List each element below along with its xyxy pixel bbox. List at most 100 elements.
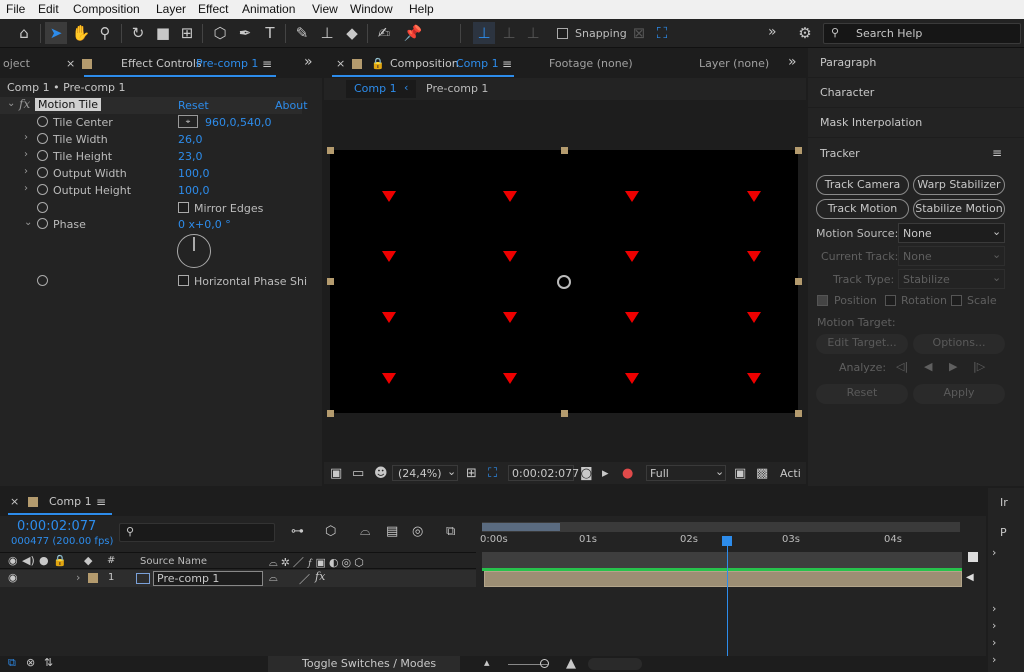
transparency-grid-icon[interactable]: ▩ [756, 466, 768, 481]
layer-handle[interactable] [795, 147, 802, 154]
solo-icon[interactable]: ● [39, 554, 49, 567]
layer-handle[interactable] [795, 278, 802, 285]
fx-icon[interactable]: fx [19, 97, 30, 111]
local-axis-icon[interactable]: ⊥ [473, 22, 495, 44]
frame-blending-icon[interactable]: ▤ [386, 524, 398, 539]
layer-handle[interactable] [327, 410, 334, 417]
track-motion-button[interactable]: Track Motion [816, 199, 909, 219]
quality-switch-icon[interactable]: ／ [299, 571, 310, 587]
channel-color-icon[interactable]: ● [622, 466, 633, 481]
lock-icon[interactable]: 🔒 [371, 57, 385, 70]
layer-switches-pane-icon[interactable]: ⧉ [8, 656, 16, 670]
close-icon[interactable]: × [336, 57, 345, 70]
property-value[interactable]: 0 x+0,0 ° [178, 218, 231, 231]
comp-marker-icon[interactable]: ◀ [966, 572, 974, 583]
property-value[interactable]: 23,0 [178, 150, 203, 163]
lock-icon[interactable]: 🔒 [53, 554, 67, 567]
label-tag-icon[interactable]: ◆ [84, 554, 92, 567]
clone-stamp-tool-icon[interactable]: ⊥ [316, 22, 338, 44]
analyze-backward-icon[interactable]: ◀ [924, 360, 932, 373]
character-panel[interactable]: Character [808, 78, 1024, 107]
edit-target-button[interactable]: Edit Target... [816, 334, 908, 354]
breadcrumb-comp1[interactable]: Comp 1 ‹ [346, 80, 416, 98]
timeline-scrollbar[interactable] [588, 658, 642, 670]
tab-effect-controls-target[interactable]: Pre-comp 1 [196, 57, 258, 70]
view-axis-icon[interactable]: ⊥ [522, 22, 544, 44]
puppet-tool-icon[interactable]: 📌 [402, 22, 424, 44]
layer-handle[interactable] [795, 410, 802, 417]
in-out-pane-icon[interactable]: ⇅ [44, 656, 53, 669]
chevron-right-icon[interactable]: › [24, 183, 28, 194]
horizontal-phase-shift-checkbox[interactable] [178, 275, 189, 286]
type-tool-icon[interactable]: T [259, 22, 281, 44]
timeline-end-marker[interactable] [968, 552, 978, 562]
stopwatch-icon[interactable] [37, 167, 48, 178]
zoom-in-mountain-icon[interactable]: ▲ [566, 656, 576, 671]
menu-window[interactable]: Window [350, 2, 393, 16]
snapping-checkbox[interactable] [557, 28, 568, 39]
property-value[interactable]: 26,0 [178, 133, 203, 146]
stopwatch-icon[interactable] [37, 184, 48, 195]
tracker-apply-button[interactable]: Apply [913, 384, 1005, 404]
grid-guides-icon[interactable]: ⊞ [466, 466, 477, 481]
tab-effect-controls[interactable]: Effect Controls [121, 57, 202, 70]
toggle-switches-modes-button[interactable]: Toggle Switches / Modes [268, 656, 460, 672]
shy-switch-icon[interactable]: ⌓ [269, 571, 278, 585]
composition-viewer[interactable] [330, 150, 798, 413]
home-icon[interactable]: ⌂ [13, 22, 35, 44]
pan-behind-tool-icon[interactable]: ⊞ [176, 22, 198, 44]
layer-row[interactable]: ◉ › 1 Pre-comp 1 ⌓ ／ 𝑓x [0, 570, 476, 587]
phase-angle-dial[interactable] [177, 234, 211, 268]
playhead-handle[interactable] [722, 536, 733, 546]
rotate-tool-icon[interactable]: ↻ [127, 22, 149, 44]
shy-layers-icon[interactable]: ⌓ [360, 524, 370, 539]
mask-interpolation-panel[interactable]: Mask Interpolation [808, 108, 1024, 137]
layer-handle[interactable] [561, 147, 568, 154]
tab-composition[interactable]: Composition [390, 57, 459, 70]
stabilize-motion-button[interactable]: Stabilize Motion [913, 199, 1005, 219]
monitor-icon[interactable]: ▭ [352, 466, 364, 481]
paragraph-panel[interactable]: Paragraph [808, 48, 1024, 77]
tab-composition-target[interactable]: Comp 1 [456, 57, 499, 70]
tab-layer[interactable]: Layer (none) [699, 57, 769, 70]
always-preview-icon[interactable]: ▣ [330, 466, 342, 481]
video-eye-icon[interactable]: ◉ [8, 554, 18, 567]
effect-reset-link[interactable]: Reset [178, 99, 209, 112]
chevron-right-icon[interactable]: › [992, 653, 996, 666]
snap-features-icon[interactable]: ⛶ [651, 22, 673, 44]
workspace-icon[interactable]: ⚙ [794, 22, 816, 44]
stopwatch-icon[interactable] [37, 150, 48, 161]
chevron-down-icon[interactable]: ⌄ [7, 98, 15, 109]
track-type-dropdown[interactable]: Stabilize ⌄ [898, 269, 1005, 289]
analyze-forward-one-icon[interactable]: |▷ [973, 360, 985, 373]
source-name-header[interactable]: Source Name [140, 556, 207, 567]
menu-effect[interactable]: Effect [198, 2, 228, 16]
pen-tool-icon[interactable]: ✒ [234, 22, 256, 44]
effects-switch-icon[interactable]: 𝑓x [315, 570, 325, 583]
stopwatch-icon[interactable] [37, 116, 48, 127]
close-icon[interactable]: × [66, 57, 75, 70]
search-help-field[interactable]: ⚲ Search Help [823, 23, 1021, 44]
close-icon[interactable]: × [10, 495, 19, 508]
scale-checkbox[interactable] [951, 295, 962, 306]
graph-editor-icon[interactable]: ⧉ [446, 524, 455, 539]
current-time-field[interactable]: 0:00:02:077 [508, 465, 579, 481]
panel-menu-icon[interactable]: ≡ [992, 146, 1002, 160]
panel-more-icon[interactable]: » [304, 54, 313, 70]
layer-handle[interactable] [327, 278, 334, 285]
property-value[interactable]: 960,0,540,0 [205, 116, 271, 129]
current-track-dropdown[interactable]: None ⌄ [898, 246, 1005, 266]
selection-tool-icon[interactable]: ➤ [45, 22, 67, 44]
track-camera-button[interactable]: Track Camera [816, 175, 909, 195]
transfer-controls-icon[interactable]: ⊗ [26, 656, 35, 669]
analyze-forward-icon[interactable]: ▶ [949, 360, 957, 373]
stopwatch-icon[interactable] [37, 202, 48, 213]
panel-more-icon[interactable]: » [788, 54, 797, 70]
menu-view[interactable]: View [312, 2, 338, 16]
comp-flowchart-icon[interactable]: ⊶ [291, 524, 304, 539]
layer-handle[interactable] [327, 147, 334, 154]
video-eye-icon[interactable]: ◉ [8, 571, 18, 584]
brush-tool-icon[interactable]: ✎ [291, 22, 313, 44]
menu-edit[interactable]: Edit [38, 2, 59, 16]
roto-brush-tool-icon[interactable]: ✍ [373, 22, 395, 44]
